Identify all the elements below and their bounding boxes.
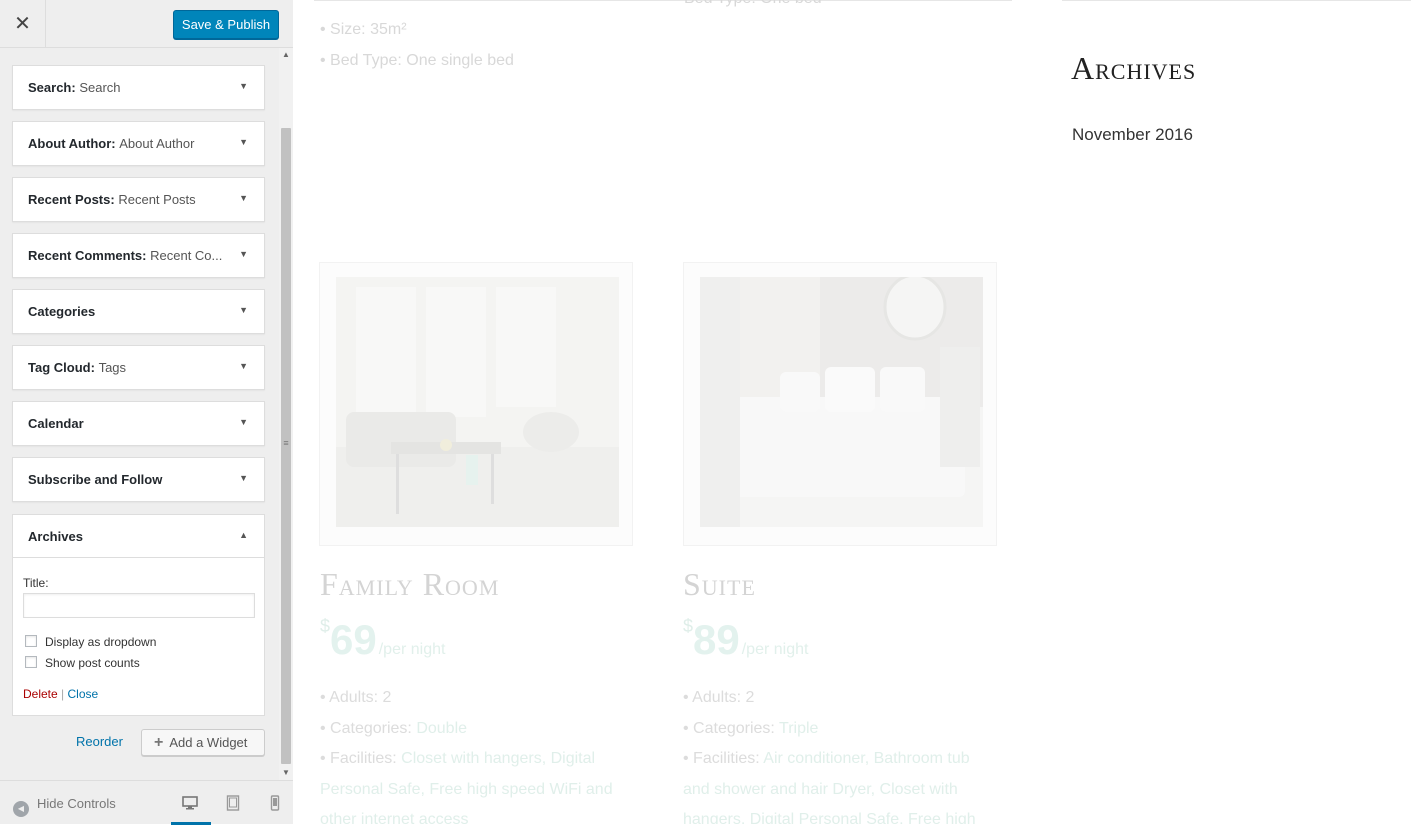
add-widget-label: Add a Widget: [169, 735, 248, 750]
display-dropdown-checkbox[interactable]: [25, 635, 37, 647]
currency-symbol: $: [683, 616, 694, 636]
room-facilities: • Facilities: Air conditioner, Bathroom …: [683, 744, 998, 824]
widget-title: Tag Cloud: Tags: [28, 360, 127, 375]
widget-calendar[interactable]: Calendar ▼: [12, 401, 265, 446]
scroll-down-arrow-icon[interactable]: ▼: [279, 766, 293, 780]
display-dropdown-option[interactable]: Display as dropdown: [25, 635, 156, 649]
widget-recent-posts[interactable]: Recent Posts: Recent Posts ▼: [12, 177, 265, 222]
room-spec-bed-top: Bed Type: One bed: [684, 0, 822, 8]
category-link[interactable]: Double: [416, 720, 467, 737]
widget-title: Subscribe and Follow: [28, 472, 163, 487]
room-details: • Adults: 2 • Categories: Double • Facil…: [320, 683, 635, 824]
currency-symbol: $: [320, 616, 331, 636]
widget-title: Recent Comments: Recent Co...: [28, 248, 223, 263]
show-post-counts-checkbox[interactable]: [25, 656, 37, 668]
living-room-image[interactable]: [336, 277, 619, 527]
bedroom-image[interactable]: [700, 277, 983, 527]
widget-title: Categories: [28, 304, 96, 319]
room-image-card[interactable]: [683, 262, 997, 546]
price-amount: 89: [693, 616, 740, 663]
widget-tag-cloud[interactable]: Tag Cloud: Tags ▼: [12, 345, 265, 390]
widget-title: About Author: About Author: [28, 136, 195, 151]
divider-line: [314, 0, 1012, 1]
plus-icon: +: [154, 734, 164, 751]
scroll-up-arrow-icon[interactable]: ▲: [279, 48, 293, 62]
expand-arrow-icon[interactable]: ▼: [239, 137, 248, 147]
desktop-preview-icon[interactable]: [182, 795, 198, 811]
widget-recent-comments[interactable]: Recent Comments: Recent Co... ▼: [12, 233, 265, 278]
link-divider: |: [61, 687, 65, 701]
expand-arrow-icon[interactable]: ▼: [239, 81, 248, 91]
room-categories: • Categories: Triple: [683, 719, 819, 737]
tablet-preview-icon[interactable]: [225, 795, 241, 811]
room-title[interactable]: Family Room: [320, 566, 499, 603]
close-link[interactable]: Close: [68, 687, 99, 701]
close-customizer-icon[interactable]: ✕: [0, 0, 46, 48]
archive-month-link[interactable]: November 2016: [1072, 125, 1193, 145]
collapse-arrow-icon: ◀: [13, 801, 29, 817]
widget-title: Archives: [28, 529, 83, 544]
site-preview: • Size: 35m² • Bed Type: One single bed …: [294, 0, 1411, 824]
room-adults: • Adults: 2: [683, 689, 755, 706]
add-widget-button[interactable]: + Add a Widget: [141, 729, 265, 756]
price-amount: 69: [330, 616, 377, 663]
reorder-link[interactable]: Reorder: [76, 734, 123, 749]
widget-about-author[interactable]: About Author: About Author ▼: [12, 121, 265, 166]
title-input[interactable]: [23, 593, 255, 618]
archives-heading: Archives: [1071, 50, 1197, 86]
room-categories: • Categories: Double: [320, 719, 468, 737]
room-details: • Adults: 2 • Categories: Triple • Facil…: [683, 683, 998, 824]
display-dropdown-label: Display as dropdown: [45, 635, 157, 649]
expand-arrow-icon[interactable]: ▼: [239, 473, 248, 483]
widget-title: Search: Search: [28, 80, 121, 95]
show-post-counts-option[interactable]: Show post counts: [25, 656, 140, 670]
widget-search[interactable]: Search: Search ▼: [12, 65, 265, 110]
hide-controls-button[interactable]: ◀ Hide Controls: [13, 796, 116, 817]
title-label: Title:: [23, 576, 49, 590]
sidebar-scrollbar[interactable]: ▲ ≡ ▼: [279, 48, 293, 780]
scroll-thumb[interactable]: ≡: [281, 128, 291, 764]
category-link[interactable]: Triple: [779, 720, 818, 737]
collapse-arrow-icon[interactable]: ▲: [239, 530, 248, 540]
customizer-header: ✕ Save & Publish: [0, 0, 293, 48]
room-spec-bed: • Bed Type: One single bed: [320, 52, 514, 69]
hide-controls-label: Hide Controls: [37, 796, 116, 811]
widget-title: Recent Posts: Recent Posts: [28, 192, 196, 207]
widget-actions: Delete | Close: [23, 687, 98, 701]
room-adults: • Adults: 2: [320, 689, 392, 706]
room-image-card[interactable]: [319, 262, 633, 546]
mobile-preview-icon[interactable]: [267, 795, 283, 811]
expand-arrow-icon[interactable]: ▼: [239, 193, 248, 203]
customizer-sidebar: ✕ Save & Publish Search: Search ▼ About …: [0, 0, 293, 825]
expand-arrow-icon[interactable]: ▼: [239, 249, 248, 259]
room-spec-size: • Size: 35m²: [320, 21, 407, 38]
save-publish-button[interactable]: Save & Publish: [173, 10, 279, 39]
room-title[interactable]: Suite: [683, 566, 756, 603]
show-post-counts-label: Show post counts: [45, 656, 140, 670]
room-price: $69/per night: [320, 616, 445, 664]
price-period: /per night: [378, 641, 446, 658]
expand-arrow-icon[interactable]: ▼: [239, 361, 248, 371]
widget-archives-expanded: Archives ▲ Title: Display as dropdown Sh…: [12, 514, 265, 716]
room-price: $89/per night: [683, 616, 808, 664]
price-period: /per night: [741, 641, 809, 658]
delete-link[interactable]: Delete: [23, 687, 58, 701]
divider-line: [1062, 0, 1411, 1]
widget-archives-header[interactable]: Archives ▲: [13, 515, 264, 558]
customizer-footer: ◀ Hide Controls: [0, 780, 293, 825]
expand-arrow-icon[interactable]: ▼: [239, 305, 248, 315]
scroll-grip-icon: ≡: [283, 438, 289, 448]
widget-subscribe-follow[interactable]: Subscribe and Follow ▼: [12, 457, 265, 502]
widget-categories[interactable]: Categories ▼: [12, 289, 265, 334]
widget-title: Calendar: [28, 416, 84, 431]
expand-arrow-icon[interactable]: ▼: [239, 417, 248, 427]
room-facilities: • Facilities: Closet with hangers, Digit…: [320, 744, 635, 824]
